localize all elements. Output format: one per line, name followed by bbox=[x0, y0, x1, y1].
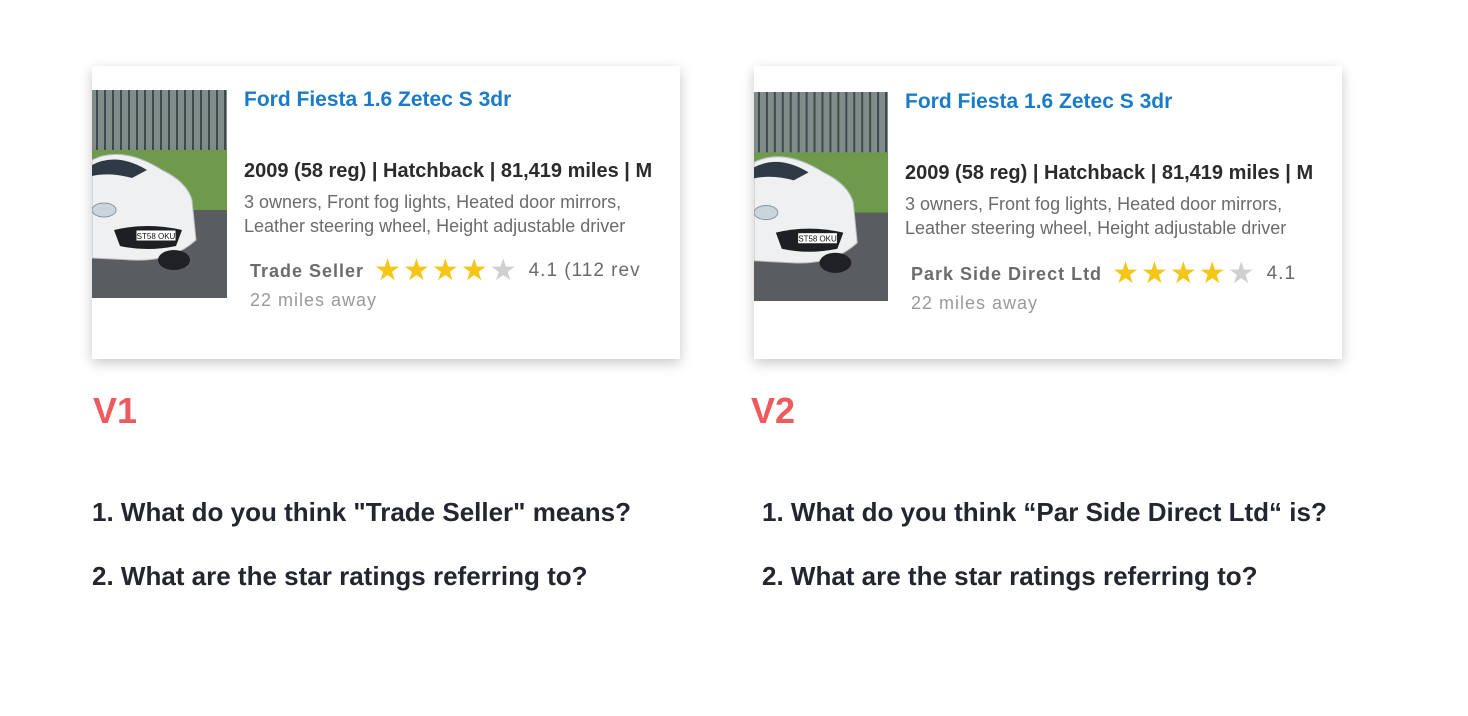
listing-card-v2[interactable]: ST58 OKU Ford Fiesta 1.6 Zetec S 3dr 200… bbox=[754, 66, 1342, 359]
distance-text: 22 miles away bbox=[250, 290, 378, 310]
features-line-1: 3 owners, Front fog lights, Heated door … bbox=[244, 192, 622, 212]
seller-row: Park Side Direct Ltd ★ ★ ★ ★ ★ 4.1 bbox=[911, 259, 1296, 289]
car-thumbnail[interactable]: ST58 OKU bbox=[92, 90, 227, 298]
features-line-2: Leather steering wheel, Height adjustabl… bbox=[244, 216, 626, 236]
star-filled-icon: ★ bbox=[374, 254, 401, 287]
star-filled-icon: ★ bbox=[402, 254, 430, 287]
listing-features: 3 owners, Front fog lights, Heated door … bbox=[905, 192, 1286, 240]
rating-text[interactable]: 4.1 bbox=[1267, 263, 1296, 285]
listing-specs: 2009 (58 reg) | Hatchback | 81,419 miles… bbox=[905, 162, 1314, 184]
listing-card-v1[interactable]: ST58 OKU Ford Fiesta 1.6 Zetec S 3dr 200… bbox=[92, 66, 680, 359]
question-2-v1: 2. What are the star ratings referring t… bbox=[92, 561, 588, 591]
star-filled-icon: ★ bbox=[431, 254, 459, 287]
car-photo: ST58 OKU bbox=[92, 90, 227, 298]
star-empty-icon: ★ bbox=[1227, 257, 1255, 290]
star-rating: ★ ★ ★ ★ ★ bbox=[374, 256, 519, 286]
version-label-v1: V1 bbox=[93, 390, 138, 431]
seller-row: Trade Seller ★ ★ ★ ★ ★ 4.1 (112 rev bbox=[250, 256, 641, 286]
version-label-v2: V2 bbox=[751, 390, 796, 431]
question-1-v1: 1. What do you think "Trade Seller" mean… bbox=[92, 497, 631, 527]
rating-text[interactable]: 4.1 (112 rev bbox=[529, 260, 641, 282]
question-1-v2: 1. What do you think “Par Side Direct Lt… bbox=[762, 497, 1327, 527]
star-rating: ★ ★ ★ ★ ★ bbox=[1112, 259, 1257, 289]
star-filled-icon: ★ bbox=[1140, 257, 1168, 290]
star-filled-icon: ★ bbox=[460, 254, 488, 287]
number-plate: ST58 OKU bbox=[798, 235, 837, 244]
distance-text: 22 miles away bbox=[911, 293, 1039, 313]
question-2-v2: 2. What are the star ratings referring t… bbox=[762, 561, 1258, 591]
features-line-1: 3 owners, Front fog lights, Heated door … bbox=[905, 194, 1283, 214]
listing-specs: 2009 (58 reg) | Hatchback | 81,419 miles… bbox=[244, 160, 653, 182]
listing-title[interactable]: Ford Fiesta 1.6 Zetec S 3dr bbox=[244, 88, 511, 112]
features-line-2: Leather steering wheel, Height adjustabl… bbox=[905, 218, 1287, 238]
listing-title[interactable]: Ford Fiesta 1.6 Zetec S 3dr bbox=[905, 90, 1172, 114]
star-filled-icon: ★ bbox=[1198, 257, 1226, 290]
number-plate: ST58 OKU bbox=[137, 232, 176, 241]
star-filled-icon: ★ bbox=[1169, 257, 1197, 290]
seller-name[interactable]: Park Side Direct Ltd bbox=[911, 264, 1102, 285]
car-photo: ST58 OKU bbox=[754, 92, 888, 301]
star-filled-icon: ★ bbox=[1112, 257, 1139, 290]
listing-features: 3 owners, Front fog lights, Heated door … bbox=[244, 190, 625, 238]
car-thumbnail[interactable]: ST58 OKU bbox=[754, 92, 888, 301]
seller-name[interactable]: Trade Seller bbox=[250, 261, 364, 282]
star-empty-icon: ★ bbox=[489, 254, 517, 287]
